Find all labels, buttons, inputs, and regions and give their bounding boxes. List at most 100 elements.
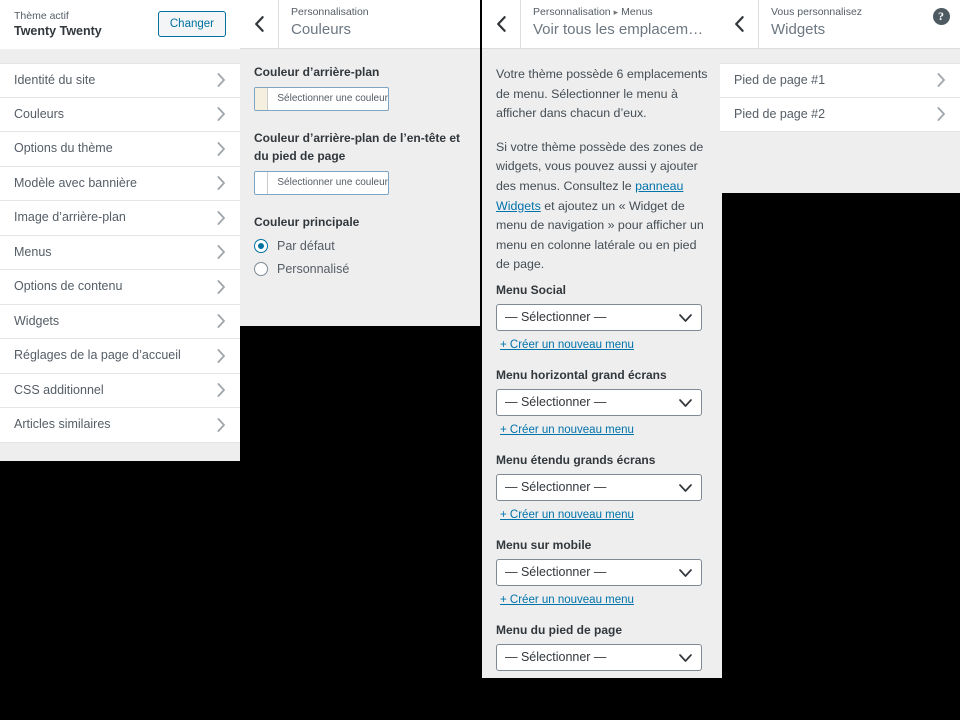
widgets-header-titles: Vous personnalisez Widgets [759,0,922,48]
chevron-right-icon [217,73,225,88]
menu-location-block: Menu du pied de page — Sélectionner — + Cr… [496,621,708,678]
sidebar-item[interactable]: Widgets [0,304,240,339]
customizer-panel-colors: Personnalisation Couleurs Couleur d’arri… [240,0,480,326]
menu-select[interactable]: — Sélectionner — [496,643,702,671]
control-primary-color: Couleur principale Par défaut Personnali… [254,213,466,277]
question-mark-icon: ? [932,8,950,25]
chevron-left-icon [734,16,744,32]
color-picker-header-footer[interactable]: Sélectionner une couleur [254,171,389,195]
chevron-down-icon [679,314,692,322]
menu-locations-list: Menu Social — Sélectionner — + Créer un no… [482,280,722,678]
menu-location-block: Menu horizontal grand écrans — Sélectionn… [496,366,708,438]
sidebar-item-label: CSS additionnel [14,382,104,397]
active-theme-block: Thème actif Twenty Twenty Changer [0,0,240,49]
radio-option-custom[interactable]: Personnalisé [254,261,466,277]
chevron-right-icon [217,210,225,225]
menus-page-title: Voir tous les emplacem… [533,21,704,38]
sidebar-item[interactable]: Menus [0,235,240,270]
sidebar-item[interactable]: Réglages de la page d’accueil [0,339,240,374]
menu-select-value: — Sélectionner — [505,309,607,324]
colors-panel-header: Personnalisation Couleurs [240,0,480,49]
menu-select[interactable]: — Sélectionner — [496,558,702,586]
menu-select[interactable]: — Sélectionner — [496,388,702,416]
customizer-panel-menus: Personnalisation ▸ Menus Voir tous les emp… [482,0,722,678]
sidebar-item[interactable]: Options de contenu [0,270,240,305]
chevron-right-icon [217,141,225,156]
active-theme-text: Thème actif Twenty Twenty [14,10,102,39]
chevron-down-icon [679,654,692,662]
chevron-down-icon [679,484,692,492]
colors-page-title: Couleurs [291,21,352,38]
screen-root: Thème actif Twenty Twenty Changer Identi… [0,0,960,720]
active-theme-name: Twenty Twenty [14,23,102,38]
widget-area-label: Pied de page #2 [734,106,826,121]
control-label: Couleur d’arrière-plan de l’en-tête et d… [254,131,461,163]
colors-breadcrumb: Personnalisation [291,6,369,18]
sidebar-item[interactable]: Options du thème [0,132,240,167]
sidebar-item-label: Articles similaires [14,417,111,432]
back-button-widgets[interactable] [720,0,759,48]
sidebar-item-label: Options du thème [14,141,113,156]
colors-header-titles: Personnalisation Couleurs [279,0,480,48]
breadcrumb-parent: Menus [621,6,653,18]
sidebar-item[interactable]: Identité du site [0,63,240,98]
sidebar-item-label: Menus [14,244,52,259]
sidebar-item-label: Image d’arrière-plan [14,210,126,225]
menu-location-label: Menu étendu grands écrans [496,452,656,467]
menu-location-label: Menu du pied de page [496,622,623,637]
chevron-left-icon [496,16,506,32]
chevron-down-icon [679,399,692,407]
menus-description-paragraph-2: Si votre thème possède des zones de widg… [496,138,708,275]
change-theme-button[interactable]: Changer [157,11,226,37]
sidebar-item[interactable]: Image d’arrière-plan [0,201,240,236]
menus-breadcrumb: Personnalisation ▸ Menus [533,5,712,19]
menu-select-value: — Sélectionner — [505,394,607,409]
sidebar-item[interactable]: CSS additionnel [0,373,240,408]
menu-location-block: Menu étendu grands écrans — Sélectionner … [496,451,708,523]
menus-description-paragraph-1: Votre thème possède 6 emplacements de me… [496,67,708,121]
chevron-right-icon [217,383,225,398]
widgets-page-title: Widgets [771,21,826,38]
menu-select[interactable]: — Sélectionner — [496,473,702,501]
widget-areas-list: Pied de page #1 Pied de page #2 [720,63,960,132]
chevron-left-icon [254,16,264,32]
sidebar-item[interactable]: Couleurs [0,97,240,132]
control-label: Couleur d’arrière-plan [254,65,380,79]
radio-indicator [254,262,268,276]
chevron-right-icon [217,314,225,329]
create-new-menu-link[interactable]: + Créer un nouveau menu [500,507,634,523]
create-new-menu-link[interactable]: + Créer un nouveau menu [500,422,634,438]
sidebar-item-label: Options de contenu [14,279,123,294]
sidebar-item-label: Réglages de la page d’accueil [14,348,181,363]
back-button-menus[interactable] [482,0,521,48]
create-new-menu-link[interactable]: + Créer un nouveau menu [500,677,634,678]
radio-option-default[interactable]: Par défaut [254,238,466,254]
sidebar-item-label: Couleurs [14,106,65,121]
widget-area-item[interactable]: Pied de page #1 [720,63,960,98]
widget-area-label: Pied de page #1 [734,72,826,87]
back-button-colors[interactable] [240,0,279,48]
control-background-color: Couleur d’arrière-plan Sélectionner une … [254,63,466,115]
breadcrumb-root: Personnalisation [533,6,611,18]
sidebar-item-label: Modèle avec bannière [14,175,137,190]
help-button[interactable]: ? [922,0,960,48]
widget-area-item[interactable]: Pied de page #2 [720,97,960,132]
color-picker-background[interactable]: Sélectionner une couleur [254,87,389,111]
menu-location-label: Menu Social [496,282,567,297]
create-new-menu-link[interactable]: + Créer un nouveau menu [500,592,634,608]
sidebar-item[interactable]: Modèle avec bannière [0,166,240,201]
chevron-down-icon [679,569,692,577]
menu-select[interactable]: — Sélectionner — [496,303,702,331]
menus-header-titles: Personnalisation ▸ Menus Voir tous les emp… [521,0,722,48]
chevron-right-icon [217,176,225,191]
sidebar-item[interactable]: Articles similaires [0,408,240,443]
menus-panel-header: Personnalisation ▸ Menus Voir tous les emp… [482,0,722,49]
chevron-right-icon [937,107,945,122]
widgets-panel-header: Vous personnalisez Widgets ? [720,0,960,49]
menu-select-value: — Sélectionner — [505,479,607,494]
colors-controls: Couleur d’arrière-plan Sélectionner une … [240,49,480,293]
create-new-menu-link[interactable]: + Créer un nouveau menu [500,337,634,353]
panel-gap-strip [720,49,960,63]
control-label: Couleur principale [254,215,360,229]
sidebar-item-label: Identité du site [14,72,96,87]
